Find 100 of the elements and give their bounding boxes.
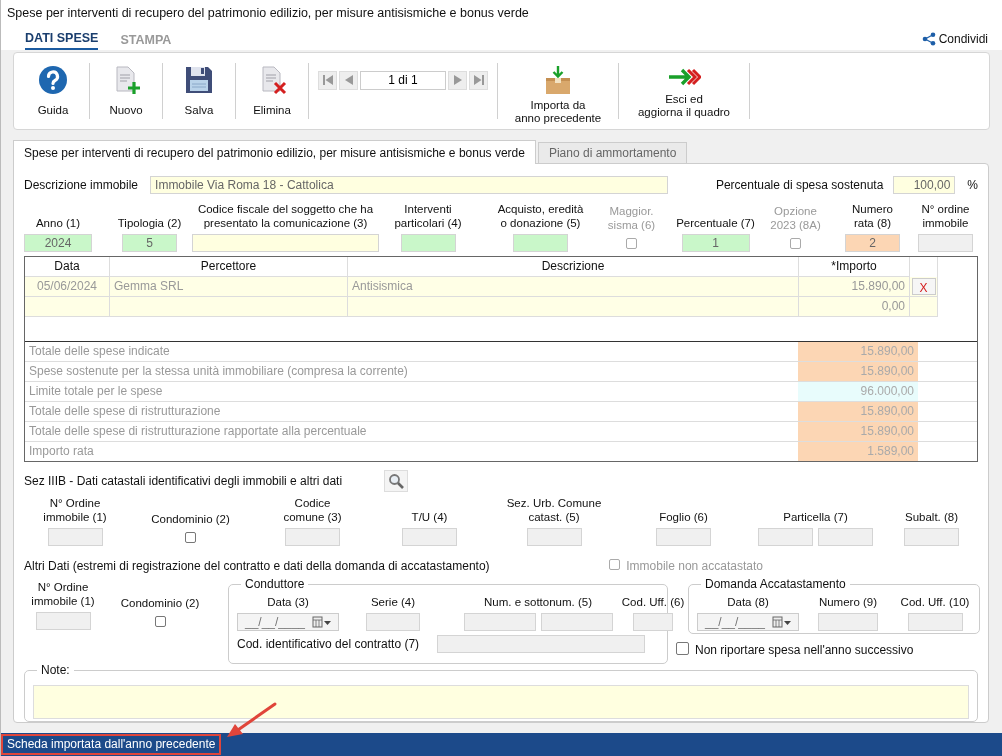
search-button[interactable]: [384, 470, 409, 492]
notes-field[interactable]: [33, 685, 969, 719]
search-icon: [388, 473, 405, 489]
input-field[interactable]: [400, 234, 456, 252]
field-label: N° ordine immobile: [921, 202, 970, 230]
import-button[interactable]: Importa da anno precedente: [501, 57, 615, 125]
new-button[interactable]: Nuovo: [93, 57, 159, 125]
first-page-button[interactable]: [318, 70, 337, 90]
first-page-icon: [321, 74, 334, 86]
field-label: Foglio (6): [659, 510, 708, 524]
input-field[interactable]: [540, 613, 613, 631]
field-label: N° Ordine immobile (1): [31, 580, 95, 608]
last-page-icon: [472, 74, 485, 86]
input-field[interactable]: [758, 528, 813, 546]
ribbon-tab[interactable]: DATI SPESE: [25, 31, 99, 50]
calendar-icon[interactable]: [312, 616, 332, 628]
group-title: Note:: [37, 663, 74, 677]
table-cell: 0,00: [799, 297, 910, 317]
input-field[interactable]: 5: [122, 234, 177, 252]
field-label: Condominio (2): [151, 512, 230, 526]
table-cell: 15.890,00: [799, 277, 910, 297]
total-label: Spese sostenute per la stessa unità immobiliare (compresa la corrente): [28, 363, 409, 380]
share-icon: [921, 32, 936, 46]
input-field[interactable]: [918, 234, 973, 252]
field-label: Anno (1): [35, 216, 81, 230]
input-field[interactable]: [366, 613, 420, 631]
input-field[interactable]: 2024: [24, 234, 92, 252]
help-button[interactable]: Guida: [20, 57, 86, 125]
field-label: Interventi particolari (4): [394, 202, 462, 230]
input-field[interactable]: [656, 528, 711, 546]
delete-row-button[interactable]: X: [911, 278, 936, 295]
input-field[interactable]: [192, 234, 379, 252]
input-field[interactable]: [907, 613, 963, 631]
checkbox[interactable]: [154, 616, 166, 627]
input-field[interactable]: 2: [845, 234, 900, 252]
input-field[interactable]: [513, 234, 568, 252]
total-label: Importo rata: [28, 443, 95, 460]
input-field[interactable]: [633, 613, 673, 631]
input-field[interactable]: [35, 612, 91, 630]
field-label: Sez. Urb. Comune catast. (5): [506, 496, 602, 524]
table-cell: Antisismica: [348, 277, 799, 297]
checkbox[interactable]: [676, 642, 689, 655]
page-field[interactable]: 1 di 1: [360, 70, 446, 90]
input-field[interactable]: [818, 613, 878, 631]
field-label: Serie (4): [370, 595, 416, 609]
field-label: Cod. identificativo del contratto (7): [237, 637, 420, 651]
field-label: Percentuale di spesa sostenuta: [715, 178, 884, 192]
input-field[interactable]: [402, 528, 457, 546]
total-value: 96.000,00: [798, 382, 918, 401]
form-tab[interactable]: Piano di ammortamento: [537, 142, 688, 163]
field-label: Subalt. (8): [904, 510, 959, 524]
total-value: 15.890,00: [798, 422, 918, 441]
form-tab[interactable]: Spese per interventi di recupero del patrimonio edilizio, per misure antisismiche e bonus verde: [13, 140, 536, 164]
field-label: Num. e sottonum. (5): [484, 595, 592, 609]
previous-page-button[interactable]: [339, 70, 358, 90]
field-label: Descrizione immobile: [24, 178, 139, 192]
date-field[interactable]: __/__/____: [697, 613, 799, 631]
table-cell: Gemma SRL: [110, 277, 348, 297]
delete-button[interactable]: Elimina: [239, 57, 305, 125]
field-label: Tipologia (2): [117, 216, 182, 230]
field-label: N° Ordine immobile (1): [43, 496, 107, 524]
section-title: Sez IIIB - Dati catastali identificativi degli immobili e altri dati: [24, 474, 343, 488]
last-page-button[interactable]: [469, 70, 488, 90]
total-label: Totale delle spese di ristrutturazione rapportate alla percentuale: [28, 423, 368, 440]
total-value: 15.890,00: [798, 342, 918, 361]
group-title: Conduttore: [241, 577, 309, 591]
field-label: Data (3): [267, 595, 309, 609]
field-label: Cod. Uff. (10): [900, 595, 970, 609]
field-label: Numero (9): [818, 595, 878, 609]
table-cell: 05/06/2024: [25, 277, 110, 297]
input-field[interactable]: [526, 528, 582, 546]
next-page-button[interactable]: [448, 70, 467, 90]
field-label: Maggior. sisma (6): [607, 204, 656, 232]
help-icon: [38, 65, 68, 95]
field-label: Opzione 2023 (8A): [770, 204, 821, 232]
share-button[interactable]: Condividi: [921, 32, 988, 50]
date-field[interactable]: __/__/____: [237, 613, 339, 631]
field-label: Codice comune (3): [283, 496, 342, 524]
field-label: Data (8): [727, 595, 769, 609]
input-field[interactable]: [818, 528, 873, 546]
calendar-icon[interactable]: [772, 616, 792, 628]
field-label: Codice fiscale del soggetto che ha presentato la comunicazione (3): [197, 202, 374, 230]
save-button[interactable]: Salva: [166, 57, 232, 125]
section-title: Altri Dati (estremi di registrazione del contratto e dati della domanda di accatastamento): [24, 559, 490, 573]
total-label: Totale delle spese indicate: [28, 343, 171, 360]
total-value: 15.890,00: [798, 362, 918, 381]
exit-button[interactable]: Esci ed aggiorna il quadro: [622, 57, 746, 125]
input-field[interactable]: 100,00: [893, 176, 956, 194]
input-field[interactable]: [904, 528, 959, 546]
input-field[interactable]: [437, 635, 646, 653]
total-value: 1.589,00: [798, 442, 918, 461]
input-field[interactable]: Immobile Via Roma 18 - Cattolica: [150, 176, 669, 194]
input-field[interactable]: 1: [681, 234, 750, 252]
field-label: Particella (7): [783, 510, 848, 524]
input-field[interactable]: [285, 528, 340, 546]
window-title: Spese per interventi di recupero del patrimonio edilizio, per misure antisismiche e bonus verde: [6, 5, 530, 22]
total-label: Totale delle spese di ristrutturazione: [28, 403, 222, 420]
input-field[interactable]: [463, 613, 536, 631]
input-field[interactable]: [47, 528, 103, 546]
checkbox[interactable]: [185, 532, 196, 543]
